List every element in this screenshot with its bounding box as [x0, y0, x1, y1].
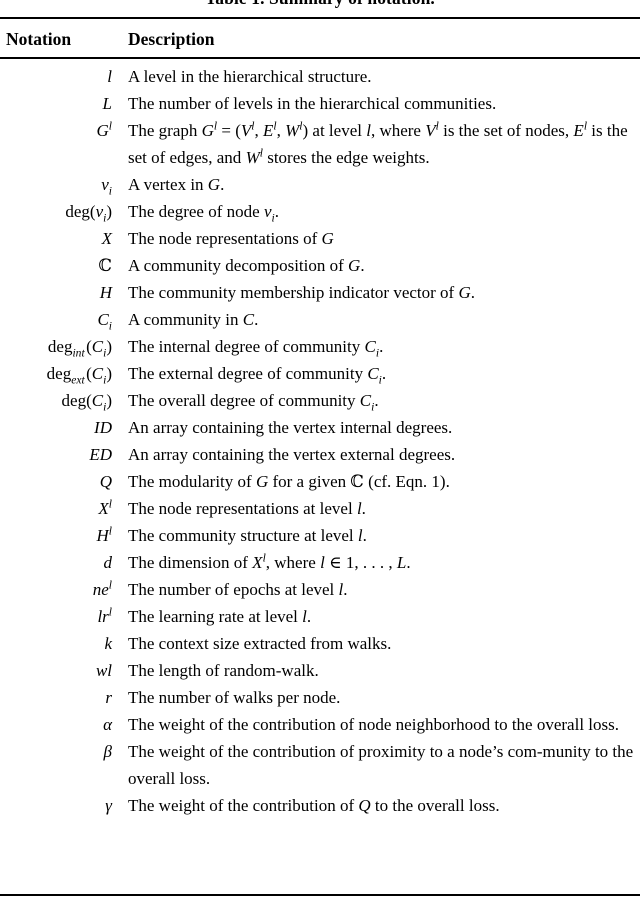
table-row: degext (Ci) The external degree of commun… — [0, 360, 640, 387]
table-row: Hl The community structure at level l. — [0, 522, 640, 549]
table-row: nel The number of epochs at level l. — [0, 576, 640, 603]
table-row: deg(vi) The degree of node vi. — [0, 198, 640, 225]
notation-cell: Gl — [96, 119, 113, 140]
description-cell: The number of levels in the hierarchical… — [128, 94, 497, 113]
description-cell: The internal degree of community Ci. — [128, 337, 384, 360]
description-cell: The community membership indicator vecto… — [128, 283, 475, 302]
notation-cell: deg(vi) — [65, 202, 112, 225]
description-cell: A community decomposition of G. — [128, 256, 365, 275]
table-row: α The weight of the contribution of node … — [0, 711, 640, 738]
description-cell: An array containing the vertex external … — [128, 445, 456, 464]
notation-cell: degext (Ci) — [46, 364, 112, 387]
notation-cell: Q — [99, 472, 112, 491]
description-cell: The number of walks per node. — [128, 688, 341, 707]
table-row: Q The modularity of G for a given ℂ (cf. … — [0, 468, 640, 495]
table-row: Ci A community in C. — [0, 306, 640, 333]
table-row: l A level in the hierarchical structure. — [0, 63, 640, 90]
table-row: Xl The node representations at level l. — [0, 495, 640, 522]
table-row: H The community membership indicator vect… — [0, 279, 640, 306]
notation-cell: wl — [95, 661, 112, 680]
notation-cell: deg(Ci) — [61, 391, 112, 414]
table-row: Gl The graph Gl = (Vl, El, Wl) at level l… — [0, 117, 640, 171]
description-cell: The number of epochs at level l. — [128, 580, 348, 599]
description-cell: The length of random-walk. — [128, 661, 319, 680]
table-row: ℂ A community decomposition of G. — [0, 252, 640, 279]
table-row: k The context size extracted from walks. — [0, 630, 640, 657]
notation-cell: X — [101, 229, 112, 248]
notation-cell: k — [104, 634, 112, 653]
description-cell: The context size extracted from walks. — [128, 634, 392, 653]
notation-cell: ED — [89, 445, 112, 464]
table-row: vi A vertex in G. — [0, 171, 640, 198]
description-cell: The dimension of Xl, where l ∈ 1, . . . … — [128, 551, 411, 572]
description-cell: An array containing the vertex internal … — [128, 418, 453, 437]
table-row: β The weight of the contribution of proxi… — [0, 738, 640, 792]
table-row: L The number of levels in the hierarchica… — [0, 90, 640, 117]
table-row: degint (Ci) The internal degree of commun… — [0, 333, 640, 360]
notation-cell: ℂ — [98, 256, 112, 275]
description-cell: The weight of the contribution of Q to t… — [128, 796, 500, 815]
table-row: ED An array containing the vertex externa… — [0, 441, 640, 468]
description-cell: The weight of the contribution of node n… — [128, 715, 620, 734]
table-row: ID An array containing the vertex interna… — [0, 414, 640, 441]
notation-cell: L — [102, 94, 112, 113]
notation-cell: Ci — [97, 310, 112, 333]
notation-cell: nel — [92, 578, 112, 599]
column-header-description: Description — [128, 29, 215, 49]
description-cell: The learning rate at level l. — [128, 607, 312, 626]
table-header-rule — [0, 57, 640, 60]
table-row: wl The length of random-walk. — [0, 657, 640, 684]
notation-cell: degint (Ci) — [47, 337, 112, 360]
table-row: lrl The learning rate at level l. — [0, 603, 640, 630]
column-header-notation: Notation — [6, 29, 72, 49]
description-cell: A vertex in G. — [128, 175, 225, 194]
description-cell: The modularity of G for a given ℂ (cf. E… — [128, 472, 450, 491]
table-body: l A level in the hierarchical structure. L… — [0, 63, 640, 819]
description-cell: The node representations at level l. — [128, 499, 366, 518]
notation-cell: d — [103, 553, 113, 572]
notation-cell: Hl — [96, 524, 113, 545]
notation-cell: vi — [101, 175, 112, 198]
description-cell: A level in the hierarchical structure. — [128, 67, 372, 86]
notation-cell: α — [103, 715, 112, 734]
notation-cell: H — [99, 283, 112, 302]
table-row: r The number of walks per node. — [0, 684, 640, 711]
notation-cell: Xl — [98, 497, 112, 518]
notation-cell: β — [103, 742, 112, 761]
table-caption: Table 1. Summary of notation. — [0, 0, 640, 8]
description-cell: The node representations of G — [128, 229, 334, 248]
description-cell: The graph Gl = (Vl, El, Wl) at level l, … — [128, 119, 628, 167]
table-top-rule — [0, 17, 640, 20]
notation-cell: l — [107, 67, 112, 86]
table-header-row: Notation Description — [0, 24, 640, 54]
table-row: X The node representations of G — [0, 225, 640, 252]
notation-cell: r — [105, 688, 112, 707]
notation-cell: lrl — [97, 605, 112, 626]
description-cell: A community in C. — [128, 310, 259, 329]
description-cell: The weight of the contribution of proxim… — [128, 742, 634, 788]
notation-table: Table 1. Summary of notation. Notation D… — [0, 0, 640, 901]
table-row: deg(Ci) The overall degree of community C… — [0, 387, 640, 414]
description-cell: The community structure at level l. — [128, 526, 367, 545]
description-cell: The external degree of community Ci. — [128, 364, 387, 387]
table-row: d The dimension of Xl, where l ∈ 1, . . .… — [0, 549, 640, 576]
table-bottom-rule — [0, 894, 640, 897]
notation-cell: γ — [105, 796, 112, 815]
description-cell: The overall degree of community Ci. — [128, 391, 379, 414]
description-cell: The degree of node vi. — [128, 202, 279, 225]
table-row: γ The weight of the contribution of Q to … — [0, 792, 640, 819]
notation-cell: ID — [94, 418, 112, 437]
